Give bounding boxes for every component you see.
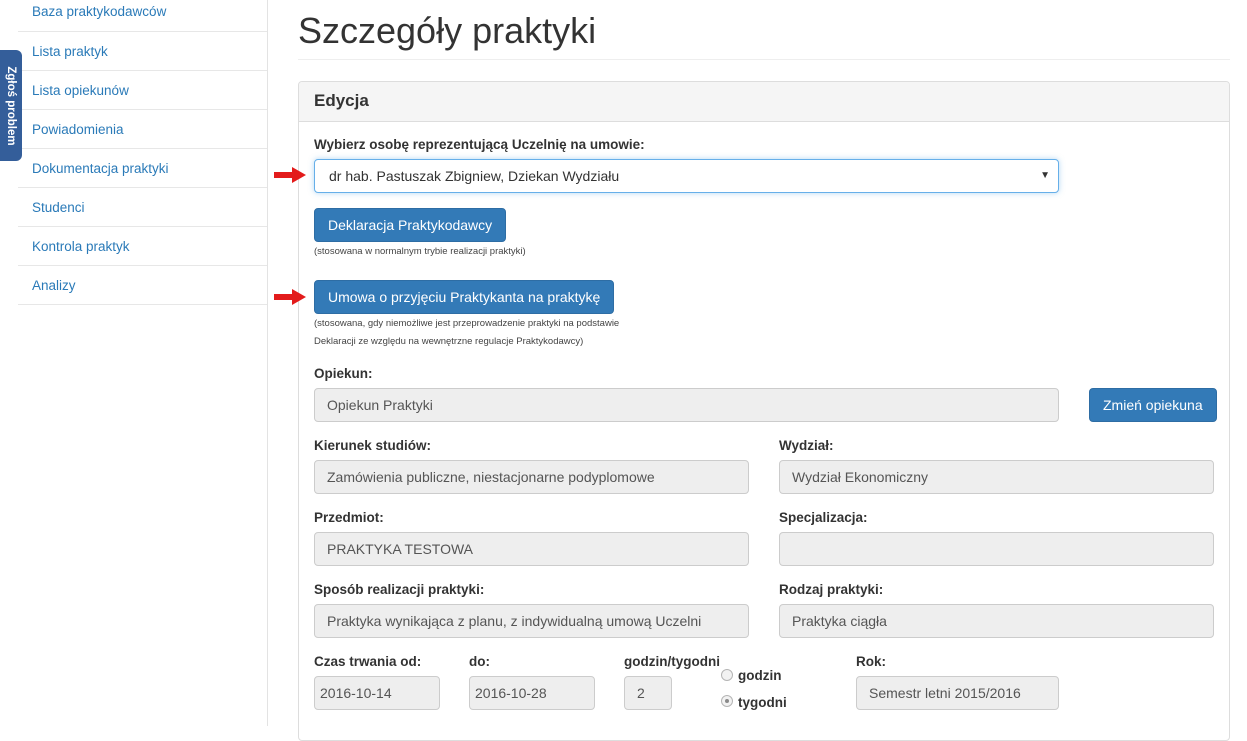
field-of-study-field: Zamówienia publiczne, niestacjonarne pod… xyxy=(314,460,749,494)
subject-field: PRAKTYKA TESTOWA xyxy=(314,532,749,566)
specialization-label: Specjalizacja: xyxy=(779,510,868,525)
year-label: Rok: xyxy=(856,654,886,669)
realization-field: Praktyka wynikająca z planu, z indywidua… xyxy=(314,604,749,638)
agreement-note-line-1: (stosowana, gdy niemożliwe jest przeprow… xyxy=(314,318,620,329)
red-arrow-icon xyxy=(274,289,306,305)
type-field: Praktyka ciągła xyxy=(779,604,1214,638)
duration-from-field: 2016-10-14 xyxy=(314,676,440,710)
report-problem-label: Zgłoś problem xyxy=(5,65,17,146)
radio-weeks[interactable] xyxy=(721,695,733,707)
sidebar-item-lista-praktyk[interactable]: Lista praktyk xyxy=(18,32,267,71)
radio-hours[interactable] xyxy=(721,669,733,681)
duration-to-field: 2016-10-28 xyxy=(469,676,595,710)
red-arrow-icon xyxy=(274,167,306,183)
panel-title: Edycja xyxy=(299,82,1229,122)
supervisor-label: Opiekun: xyxy=(314,366,373,381)
sidebar-item-powiadomienia[interactable]: Powiadomienia xyxy=(18,110,267,149)
change-supervisor-button[interactable]: Zmień opiekuna xyxy=(1089,388,1217,422)
specialization-field xyxy=(779,532,1214,566)
supervisor-field: Opiekun Praktyki xyxy=(314,388,1059,422)
radio-hours-label: godzin xyxy=(738,668,782,683)
main-content: Szczegóły praktyki Edycja Wybierz osobę … xyxy=(298,0,1230,741)
realization-label: Sposób realizacji praktyki: xyxy=(314,582,485,597)
chevron-down-icon: ▼ xyxy=(1040,170,1050,181)
faculty-field: Wydział Ekonomiczny xyxy=(779,460,1214,494)
representative-select[interactable]: dr hab. Pastuszak Zbigniew, Dziekan Wydz… xyxy=(314,159,1059,193)
report-problem-tab[interactable]: Zgłoś problem xyxy=(0,50,22,161)
hours-field: 2 xyxy=(624,676,672,710)
representative-label: Wybierz osobę reprezentującą Uczelnię na… xyxy=(314,137,645,152)
agreement-button[interactable]: Umowa o przyjęciu Praktykanta na praktyk… xyxy=(314,280,615,314)
sidebar-item-lista-opiekunow[interactable]: Lista opiekunów xyxy=(18,71,267,110)
agreement-note-line-2: Deklaracji ze względu na wewnętrzne regu… xyxy=(314,336,584,347)
duration-from-label: Czas trwania od: xyxy=(314,654,422,669)
declaration-button[interactable]: Deklaracja Praktykodawcy xyxy=(314,208,507,242)
type-label: Rodzaj praktyki: xyxy=(779,582,884,597)
representative-select-value: dr hab. Pastuszak Zbigniew, Dziekan Wydz… xyxy=(329,168,620,184)
subject-label: Przedmiot: xyxy=(314,510,384,525)
sidebar-item-studenci[interactable]: Studenci xyxy=(18,188,267,227)
sidebar: Baza praktykodawców Lista praktyk Lista … xyxy=(18,0,268,726)
hours-label: godzin/tygodni xyxy=(624,654,720,669)
sidebar-item-analizy[interactable]: Analizy xyxy=(18,266,267,305)
sidebar-item-kontrola-praktyk[interactable]: Kontrola praktyk xyxy=(18,227,267,266)
radio-weeks-label: tygodni xyxy=(738,695,787,710)
declaration-note: (stosowana w normalnym trybie realizacji… xyxy=(314,246,526,257)
sidebar-item-baza-praktykodawcow[interactable]: Baza praktykodawców xyxy=(18,0,267,32)
year-field: Semestr letni 2015/2016 xyxy=(856,676,1059,710)
edit-panel: Edycja Wybierz osobę reprezentującą Ucze… xyxy=(298,81,1230,741)
duration-to-label: do: xyxy=(469,654,490,669)
sidebar-item-dokumentacja-praktyki[interactable]: Dokumentacja praktyki xyxy=(18,149,267,188)
faculty-label: Wydział: xyxy=(779,438,834,453)
page-title: Szczegóły praktyki xyxy=(298,0,1230,60)
field-of-study-label: Kierunek studiów: xyxy=(314,438,432,453)
